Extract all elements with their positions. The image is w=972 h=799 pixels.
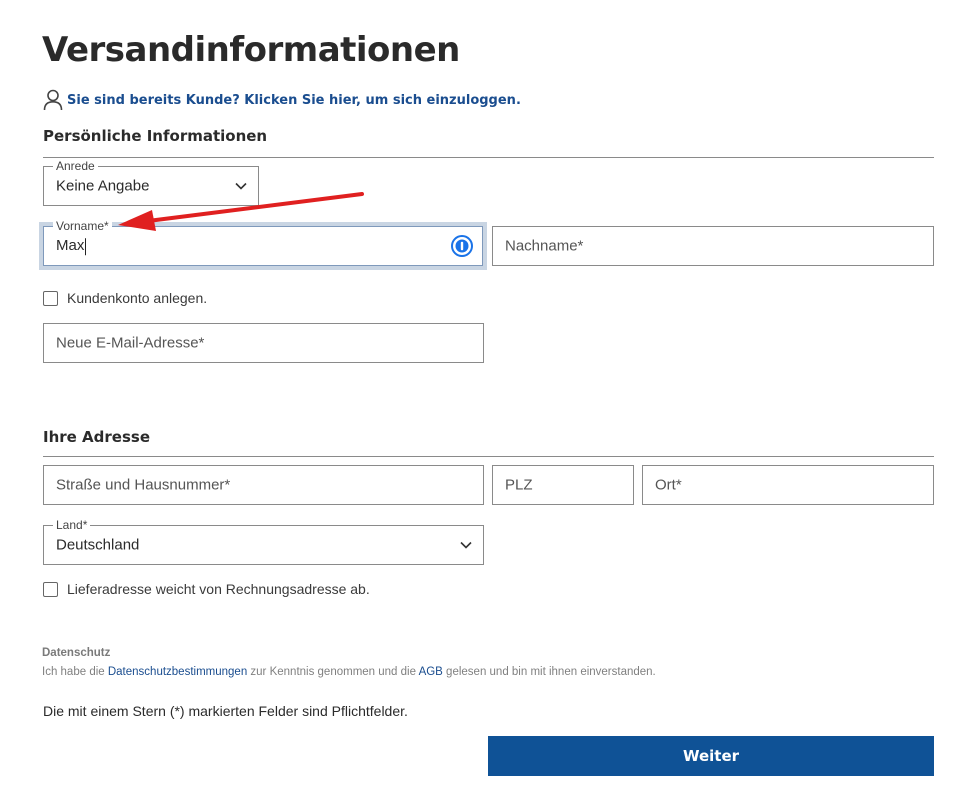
login-prompt[interactable]: Sie sind bereits Kunde? Klicken Sie hier… — [43, 88, 521, 112]
privacy-policy-link[interactable]: Datenschutzbestimmungen — [108, 666, 247, 678]
privacy-consent-text: Ich habe die Datenschutzbestimmungen zur… — [42, 666, 656, 678]
email-placeholder: Neue E-Mail-Adresse* — [56, 334, 205, 352]
create-account-checkbox[interactable] — [43, 290, 58, 306]
create-account-option[interactable]: Kundenkonto anlegen. — [43, 289, 207, 307]
section-divider — [43, 157, 934, 158]
country-label: Land* — [53, 517, 91, 533]
password-manager-icon[interactable] — [451, 235, 473, 257]
email-field[interactable]: Neue E-Mail-Adresse* — [43, 323, 484, 363]
city-placeholder: Ort* — [655, 476, 682, 494]
chevron-down-icon — [460, 536, 472, 554]
section-heading-personal: Persönliche Informationen — [43, 127, 268, 145]
first-name-value: Max — [56, 237, 85, 255]
different-delivery-option[interactable]: Lieferadresse weicht von Rechnungsadress… — [43, 580, 370, 598]
create-account-label[interactable]: Kundenkonto anlegen. — [67, 290, 207, 306]
street-field[interactable]: Straße und Hausnummer* — [43, 465, 484, 505]
continue-button[interactable]: Weiter — [488, 736, 934, 776]
section-divider — [43, 456, 934, 457]
different-delivery-checkbox[interactable] — [43, 581, 58, 597]
required-fields-note: Die mit einem Stern (*) markierten Felde… — [43, 703, 408, 719]
login-link[interactable]: Sie sind bereits Kunde? Klicken Sie hier… — [67, 93, 521, 108]
different-delivery-label[interactable]: Lieferadresse weicht von Rechnungsadress… — [67, 581, 370, 597]
salutation-label: Anrede — [53, 158, 98, 174]
agb-link[interactable]: AGB — [419, 666, 443, 678]
country-value: Deutschland — [56, 536, 140, 554]
street-placeholder: Straße und Hausnummer* — [56, 476, 231, 494]
last-name-field[interactable]: Nachname* — [492, 226, 934, 266]
user-icon — [43, 89, 63, 111]
zip-field[interactable]: PLZ — [492, 465, 634, 505]
last-name-placeholder: Nachname* — [505, 237, 584, 255]
country-select[interactable]: Land* Deutschland — [43, 517, 484, 565]
zip-placeholder: PLZ — [505, 476, 533, 494]
page-title: Versandinformationen — [42, 30, 460, 70]
section-heading-address: Ihre Adresse — [43, 428, 150, 446]
privacy-heading: Datenschutz — [42, 647, 111, 659]
annotation-arrow — [118, 192, 364, 231]
text-cursor — [85, 237, 87, 255]
city-field[interactable]: Ort* — [642, 465, 934, 505]
first-name-label: Vorname* — [53, 218, 112, 234]
